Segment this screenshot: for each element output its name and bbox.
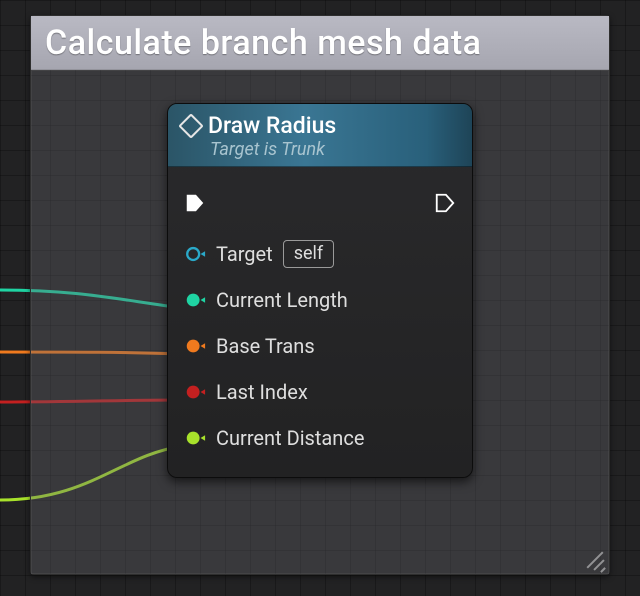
last-index-pin[interactable] xyxy=(184,381,206,403)
pin-row-last-index: Last Index xyxy=(184,369,456,415)
target-label: Target xyxy=(216,242,273,266)
current-length-pin[interactable] xyxy=(184,289,206,311)
exec-in-pin[interactable] xyxy=(184,192,206,214)
node-header[interactable]: Draw Radius Target is Trunk xyxy=(168,104,472,167)
exec-out-pin[interactable] xyxy=(434,192,456,214)
base-trans-label: Base Trans xyxy=(216,334,315,358)
pin-row-current-distance: Current Distance xyxy=(184,415,456,461)
node-body: Target self Current Length Base Trans xyxy=(168,167,472,477)
function-icon xyxy=(178,113,203,138)
current-distance-pin[interactable] xyxy=(184,427,206,449)
resize-handle-icon[interactable] xyxy=(582,547,604,569)
base-trans-pin[interactable] xyxy=(184,335,206,357)
last-index-label: Last Index xyxy=(216,380,308,404)
comment-header[interactable]: Calculate branch mesh data xyxy=(31,16,609,70)
current-length-label: Current Length xyxy=(216,288,348,312)
node-title: Draw Radius xyxy=(208,112,336,139)
comment-title: Calculate branch mesh data xyxy=(45,23,482,63)
target-default-value[interactable]: self xyxy=(283,240,334,268)
exec-row xyxy=(184,181,456,225)
pin-row-target: Target self xyxy=(184,231,456,277)
pin-row-current-length: Current Length xyxy=(184,277,456,323)
node-subtitle: Target is Trunk xyxy=(210,139,458,160)
target-pin[interactable] xyxy=(184,243,206,265)
pin-row-base-trans: Base Trans xyxy=(184,323,456,369)
current-distance-label: Current Distance xyxy=(216,426,364,450)
function-node[interactable]: Draw Radius Target is Trunk Target self xyxy=(167,103,473,478)
